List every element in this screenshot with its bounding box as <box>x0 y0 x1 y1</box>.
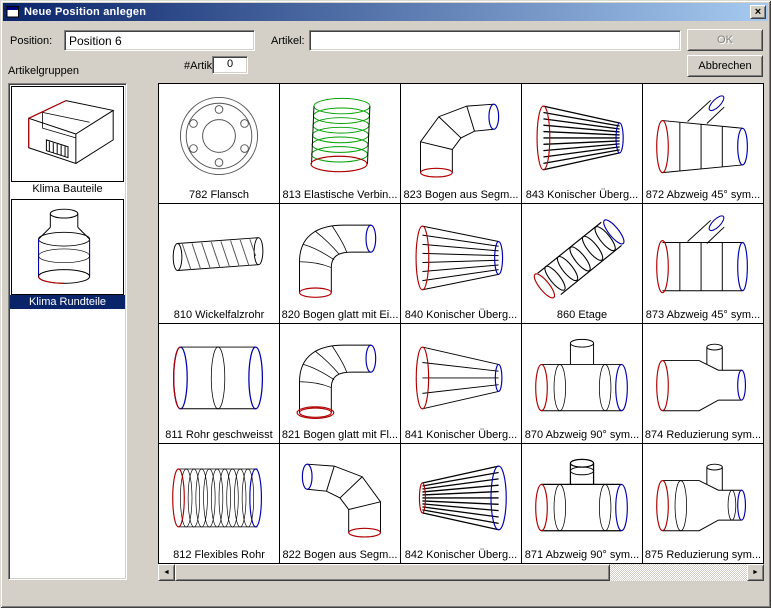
article-cell[interactable]: 810 Wickelfalzrohr <box>159 204 279 323</box>
cancel-button[interactable]: Abbrechen <box>687 55 763 77</box>
group-label: Klima Rundteile <box>10 295 125 309</box>
article-cell[interactable]: 871 Abzweig 90° sym... <box>522 444 642 563</box>
artikel-input[interactable] <box>309 30 681 51</box>
article-cell[interactable]: 811 Rohr geschweisst <box>159 324 279 443</box>
cone-medium-icon <box>401 204 521 308</box>
dialog-neue-position: Neue Position anlegen × Position: Artike… <box>0 0 771 608</box>
round-parts-icon <box>11 199 124 295</box>
article-label: 841 Konischer Überg... <box>401 428 521 443</box>
article-cell[interactable]: 813 Elastische Verbin... <box>280 84 400 203</box>
welded-tube-icon <box>159 324 279 428</box>
article-cell[interactable]: 873 Abzweig 45° sym... <box>643 204 763 323</box>
article-label: 870 Abzweig 90° sym... <box>522 428 642 443</box>
window-icon <box>5 5 21 19</box>
article-label: 842 Konischer Überg... <box>401 548 521 563</box>
article-label: 782 Flansch <box>159 188 279 203</box>
article-cell[interactable]: 874 Reduzierung sym... <box>643 324 763 443</box>
artikel-label: Artikel: <box>271 35 305 47</box>
article-cell[interactable]: 843 Konischer Überg... <box>522 84 642 203</box>
article-label: 872 Abzweig 45° sym... <box>643 188 763 203</box>
article-cell[interactable]: 875 Reduzierung sym... <box>643 444 763 563</box>
article-cell[interactable]: 842 Konischer Überg... <box>401 444 521 563</box>
flange-icon <box>159 84 279 188</box>
duct-box-icon <box>11 86 124 182</box>
ok-button[interactable]: OK <box>687 29 763 51</box>
article-label: 810 Wickelfalzrohr <box>159 308 279 323</box>
article-cell[interactable]: 820 Bogen glatt mit Ei... <box>280 204 400 323</box>
article-label: 875 Reduzierung sym... <box>643 548 763 563</box>
flanged-elbow-icon <box>280 324 400 428</box>
cone-light-icon <box>401 324 521 428</box>
group-item[interactable]: Klima Bauteile <box>10 86 125 196</box>
segment-bend-icon <box>401 84 521 188</box>
reduction-icon <box>643 324 763 428</box>
scrollbar-thumb[interactable] <box>175 564 610 581</box>
article-label: 860 Etage <box>522 308 642 323</box>
article-cell[interactable]: 823 Bogen aus Segm... <box>401 84 521 203</box>
close-button[interactable]: × <box>750 5 766 19</box>
branch-45-b-icon <box>643 204 763 308</box>
scrollbar-track[interactable] <box>175 564 747 581</box>
article-cell[interactable]: 812 Flexibles Rohr <box>159 444 279 563</box>
article-cell[interactable]: 840 Konischer Überg... <box>401 204 521 323</box>
artikelgruppen-label: Artikelgruppen <box>8 65 79 77</box>
flexible-tube-icon <box>159 444 279 548</box>
article-cell[interactable]: 822 Bogen aus Segm... <box>280 444 400 563</box>
group-label: Klima Bauteile <box>10 182 125 196</box>
smooth-elbow-icon <box>280 204 400 308</box>
window-title: Neue Position anlegen <box>24 6 750 18</box>
elastic-connector-icon <box>280 84 400 188</box>
spiral-duct-icon <box>159 204 279 308</box>
scroll-left-button[interactable]: ◄ <box>158 564 175 581</box>
cone-heavy-m-icon <box>401 444 521 548</box>
reduction-b-icon <box>643 444 763 548</box>
cone-heavy-icon <box>522 84 642 188</box>
article-label: 873 Abzweig 45° sym... <box>643 308 763 323</box>
article-label: 871 Abzweig 90° sym... <box>522 548 642 563</box>
article-label: 813 Elastische Verbin... <box>280 188 400 203</box>
article-cell[interactable]: 782 Flansch <box>159 84 279 203</box>
scroll-right-button[interactable]: ► <box>747 564 764 581</box>
article-cell[interactable]: 872 Abzweig 45° sym... <box>643 84 763 203</box>
article-cell[interactable]: 841 Konischer Überg... <box>401 324 521 443</box>
article-cell[interactable]: 860 Etage <box>522 204 642 323</box>
group-item[interactable]: Klima Rundteile <box>10 199 125 309</box>
branch-45-icon <box>643 84 763 188</box>
article-cell[interactable]: 870 Abzweig 90° sym... <box>522 324 642 443</box>
offset-duct-icon <box>522 204 642 308</box>
segment-bend-m-icon <box>280 444 400 548</box>
article-cell[interactable]: 821 Bogen glatt mit Fl... <box>280 324 400 443</box>
article-label: 840 Konischer Überg... <box>401 308 521 323</box>
article-label: 821 Bogen glatt mit Fl... <box>280 428 400 443</box>
article-area: 782 Flansch813 Elastische Verbin...823 B… <box>158 83 764 581</box>
artikel-count-value: 0 <box>212 56 248 74</box>
position-input[interactable] <box>64 30 255 51</box>
article-label: 874 Reduzierung sym... <box>643 428 763 443</box>
position-label: Position: <box>10 35 52 47</box>
branch-90-icon <box>522 324 642 428</box>
titlebar[interactable]: Neue Position anlegen × <box>3 3 768 21</box>
horizontal-scrollbar[interactable]: ◄ ► <box>158 564 764 581</box>
article-label: 823 Bogen aus Segm... <box>401 188 521 203</box>
article-label: 812 Flexibles Rohr <box>159 548 279 563</box>
article-label: 822 Bogen aus Segm... <box>280 548 400 563</box>
article-label: 820 Bogen glatt mit Ei... <box>280 308 400 323</box>
article-grid[interactable]: 782 Flansch813 Elastische Verbin...823 B… <box>158 83 764 564</box>
branch-90-b-icon <box>522 444 642 548</box>
article-label: 811 Rohr geschweisst <box>159 428 279 443</box>
group-list[interactable]: Klima Bauteile Klima Rundteile <box>8 83 127 580</box>
article-label: 843 Konischer Überg... <box>522 188 642 203</box>
